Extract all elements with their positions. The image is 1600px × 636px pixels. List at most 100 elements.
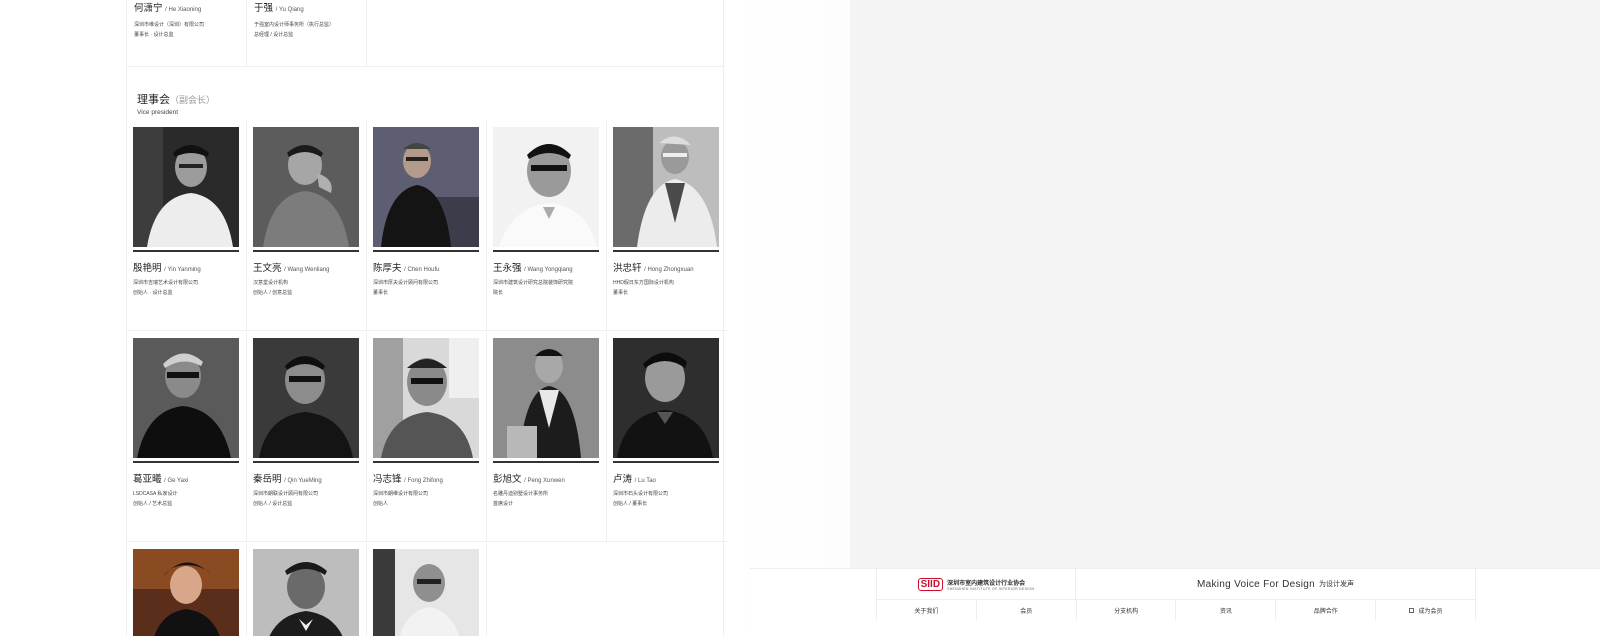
checkbox-icon <box>1408 608 1414 613</box>
member-card[interactable]: 彭旭文 / Peng Xunwen 名雕丹迪别墅设计事务所 首席设计 <box>487 332 607 542</box>
member-title: 董事长 <box>373 290 389 296</box>
member-photo <box>613 127 719 247</box>
brand-text: 深圳市室内建筑设计行业协会 SHENZHEN INSTITUTE OF INTE… <box>947 578 1034 591</box>
name-en: / Wang Yongqiang <box>524 267 573 273</box>
member-photo <box>373 127 479 247</box>
name-cn: 王永强 <box>493 263 522 274</box>
member-details: 深圳市吉瑞艺术设计有限公司 创始人 · 设计总监 <box>133 278 198 298</box>
member-card[interactable]: 于强 / Yu Qiang 于强室内设计师事务所（执行总监） 总经理 / 设计总… <box>247 0 367 67</box>
nav-join[interactable]: 成为会员 <box>1376 600 1476 621</box>
member-card[interactable]: 王永强 / Wang Yongqiang 深圳市建筑设计研究总院装饰研究院 院长 <box>487 121 607 331</box>
member-photo <box>253 338 359 458</box>
member-card[interactable]: 秦岳明 / Qin YueMing 深圳市朗联设计顾问有限公司 创始人 / 设计总监 <box>247 332 367 542</box>
name-cn: 彭旭文 <box>493 474 522 485</box>
member-company: 深圳市朗联设计顾问有限公司 <box>253 491 319 497</box>
slogan-en: Making Voice For Design <box>1196 578 1316 590</box>
divider <box>493 250 599 252</box>
member-card[interactable] <box>367 543 487 636</box>
member-photo <box>133 549 239 636</box>
footer-nav: 关于我们 会员 分支机构 资讯 品牌合作 成为会员 <box>876 599 1476 621</box>
member-photo <box>373 338 479 458</box>
name-en: / Yu Qiang <box>275 7 304 13</box>
member-title: 创始人 / 艺术总监 <box>133 501 173 507</box>
member-photo <box>253 127 359 247</box>
footer-slogan: Making Voice For Design 为设计发声 <box>1076 569 1476 599</box>
member-card[interactable] <box>247 543 367 636</box>
name-en: / Fong Zhifong <box>404 478 443 484</box>
org-name-en: SHENZHEN INSTITUTE OF INTERIOR DESIGN <box>947 586 1035 591</box>
name-en: / Wang Wenliang <box>284 267 330 273</box>
member-details: 深圳市厚夫设计顾问有限公司 董事长 <box>373 278 438 298</box>
member-card[interactable]: 冯志锋 / Fong Zhifong 深圳市朗维设计有限公司 创始人 <box>367 332 487 542</box>
member-title: 总经理 / 设计总监 <box>254 32 294 38</box>
member-card[interactable]: 卢涛 / Lu Tao 深圳市石头设计有限公司 创始人 / 董事长 <box>607 332 727 542</box>
name-cn: 王文亮 <box>253 263 282 274</box>
members-panel: 何潇宁 / He Xiaoning 深圳市维设计（深圳）有限公司 董事长 · 设… <box>126 0 727 636</box>
member-details: 汉意堂设计机构 创始人 / 创意总监 <box>253 278 292 298</box>
nav-join-label: 成为会员 <box>1418 609 1443 615</box>
name-cn: 冯志锋 <box>373 474 402 485</box>
section-title: 理事会（副会长） <box>137 91 215 107</box>
section-header: 理事会（副会长） Vice president <box>137 91 215 116</box>
member-card[interactable]: 殷艳明 / Yin Yanming 深圳市吉瑞艺术设计有限公司 创始人 · 设计总监 <box>127 121 247 331</box>
member-card[interactable]: 陈厚夫 / Chen Houfu 深圳市厚夫设计顾问有限公司 董事长 <box>367 121 487 331</box>
name-en: / Chen Houfu <box>404 267 440 273</box>
member-details: 深圳市石头设计有限公司 创始人 / 董事长 <box>613 489 668 509</box>
member-card[interactable]: 何潇宁 / He Xiaoning 深圳市维设计（深圳）有限公司 董事长 · 设… <box>127 0 247 67</box>
member-name: 洪忠轩 / Hong Zhongxuan <box>613 260 694 274</box>
org-name-cn: 深圳市室内建筑设计行业协会 <box>947 580 1026 587</box>
member-name: 王永强 / Wang Yongqiang <box>493 260 573 274</box>
nav-members[interactable]: 会员 <box>977 600 1077 621</box>
name-cn: 于强 <box>254 3 274 14</box>
divider <box>373 461 479 463</box>
member-card[interactable]: 洪忠轩 / Hong Zhongxuan HHD假日东方国际设计机构 董事长 <box>607 121 727 331</box>
name-en: / Ge Yaxi <box>164 478 189 484</box>
name-en: / Hong Zhongxuan <box>644 267 694 273</box>
spacer <box>724 0 850 636</box>
divider <box>253 461 359 463</box>
divider <box>493 461 599 463</box>
member-name: 秦岳明 / Qin YueMing <box>253 471 322 485</box>
member-title: 创始人 / 董事长 <box>613 501 648 507</box>
name-en: / Yin Yanming <box>164 267 201 273</box>
nav-branches[interactable]: 分支机构 <box>1077 600 1177 621</box>
member-name: 殷艳明 / Yin Yanming <box>133 260 201 274</box>
nav-about[interactable]: 关于我们 <box>876 600 977 621</box>
member-company: 汉意堂设计机构 <box>253 280 289 286</box>
member-card[interactable]: 葛亚曦 / Ge Yaxi LSDCASA 私家设计 创始人 / 艺术总监 <box>127 332 247 542</box>
divider <box>133 461 239 463</box>
name-en: / He Xiaoning <box>165 7 202 13</box>
divider <box>253 250 359 252</box>
nav-brand-cooperation[interactable]: 品牌合作 <box>1276 600 1377 621</box>
member-company: HHD假日东方国际设计机构 <box>613 280 674 286</box>
divider <box>613 250 719 252</box>
top-member-row: 何潇宁 / He Xiaoning 深圳市维设计（深圳）有限公司 董事长 · 设… <box>127 0 725 67</box>
name-cn: 洪忠轩 <box>613 263 642 274</box>
member-title: 创始人 / 创意总监 <box>253 290 293 296</box>
member-name: 冯志锋 / Fong Zhifong <box>373 471 443 485</box>
member-photo <box>133 127 239 247</box>
member-title: 创始人 / 设计总监 <box>253 501 293 507</box>
member-title: 创始人 <box>373 501 389 507</box>
member-photo <box>373 549 479 636</box>
name-cn: 陈厚夫 <box>373 263 402 274</box>
site-footer: SIID 深圳市室内建筑设计行业协会 SHENZHEN INSTITUTE OF… <box>750 568 1600 636</box>
member-details: 深圳市朗维设计有限公司 创始人 <box>373 489 428 509</box>
section-title-note: （副会长） <box>170 95 216 105</box>
member-card[interactable]: 王文亮 / Wang Wenliang 汉意堂设计机构 创始人 / 创意总监 <box>247 121 367 331</box>
slogan-cn: 为设计发声 <box>1319 581 1355 588</box>
member-photo <box>133 338 239 458</box>
name-cn: 卢涛 <box>613 474 633 485</box>
member-company: 深圳市维设计（深圳）有限公司 <box>134 22 205 28</box>
member-title: 院长 <box>493 290 504 296</box>
member-title: 首席设计 <box>493 501 514 507</box>
member-card[interactable] <box>127 543 247 636</box>
member-name: 卢涛 / Lu Tao <box>613 471 656 485</box>
member-name: 何潇宁 / He Xiaoning <box>134 0 239 14</box>
divider <box>613 461 719 463</box>
nav-news[interactable]: 资讯 <box>1176 600 1277 621</box>
name-cn: 葛亚曦 <box>133 474 162 485</box>
footer-brand[interactable]: SIID 深圳市室内建筑设计行业协会 SHENZHEN INSTITUTE OF… <box>876 569 1076 599</box>
name-cn: 殷艳明 <box>133 263 162 274</box>
member-company: 深圳市石头设计有限公司 <box>613 491 669 497</box>
